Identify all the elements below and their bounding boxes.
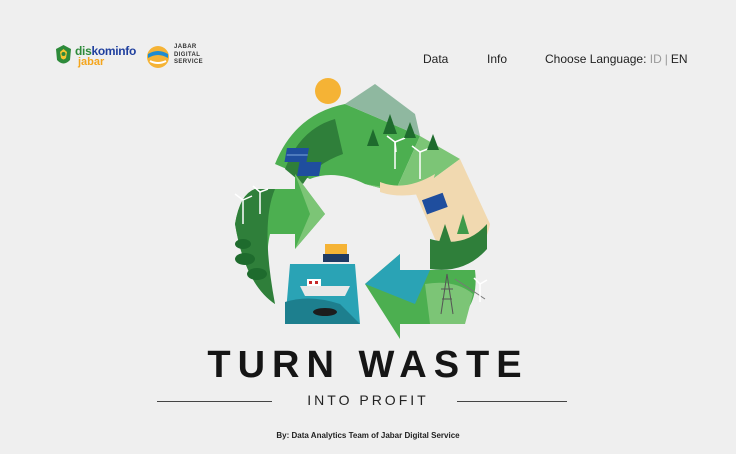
nav-data-link[interactable]: Data [423,52,448,66]
jabar-wordmark: jabar [78,56,105,68]
subtitle-row: INTO PROFIT [0,392,736,412]
recycle-illustration [234,78,490,339]
language-switcher: Choose Language: ID | EN [545,52,688,66]
hero-title: TURN WASTE [207,344,529,386]
lang-id-option[interactable]: ID [650,52,662,66]
byline: By: Data Analytics Team of Jabar Digital… [276,431,460,440]
divider-right [457,401,567,402]
jds-wordmark: JABAR DIGITAL SERVICE [174,44,204,65]
jds-mark-icon [147,46,169,68]
diskominfo-logo[interactable]: diskominfo jabar [55,44,136,70]
lang-separator: | [664,52,668,66]
west-java-crest-icon [56,45,71,64]
hero-subtitle: INTO PROFIT [307,392,429,408]
lang-en-option[interactable]: EN [671,52,688,66]
jabar-digital-service-logo[interactable]: JABAR DIGITAL SERVICE [146,44,216,70]
wind-turbine-right-icon [473,277,488,302]
sun-icon [315,78,341,104]
language-label: Choose Language: [545,52,647,66]
nav-info-link[interactable]: Info [487,52,507,66]
